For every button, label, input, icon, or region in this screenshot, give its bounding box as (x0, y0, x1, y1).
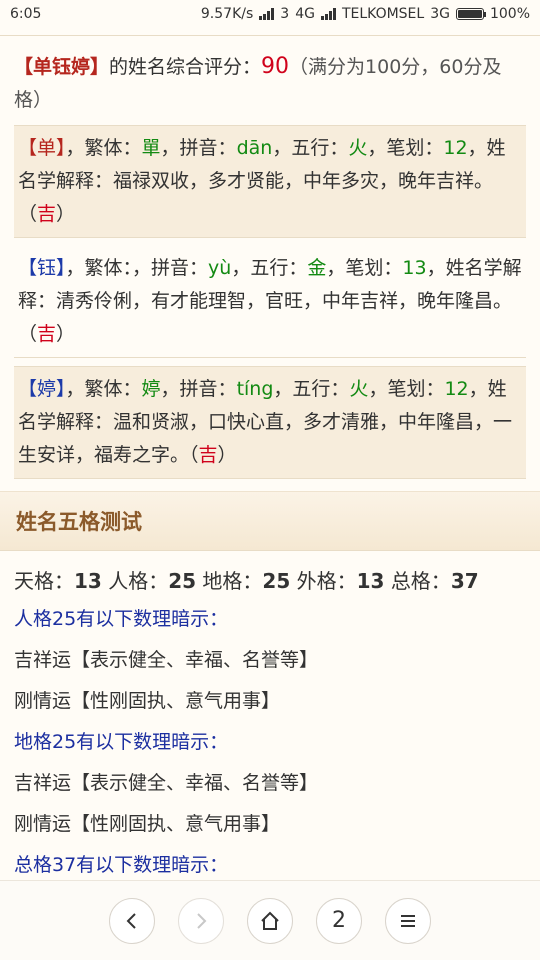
trad-label: ，繁体： (65, 137, 142, 159)
menu-button[interactable] (385, 897, 431, 944)
pinyin-value: yù (208, 257, 232, 279)
score-label: 的姓名综合评分： (109, 56, 262, 78)
wuxing-label: ，五行： (272, 137, 349, 159)
forward-button[interactable] (178, 897, 224, 944)
status-indicators: 9.57K/s 3 4G TELKOMSEL 3G 100% (201, 6, 530, 22)
wai-label: 外格： (296, 569, 357, 593)
trad-label: ，繁体： (65, 378, 142, 400)
top-divider (0, 28, 540, 36)
battery-level: 100% (489, 6, 530, 22)
hint-list: 人格25有以下数理暗示： 吉祥运【表示健全、幸福、名誉等】 刚情运【性刚固执、意… (0, 597, 540, 880)
char-card-yu: 【钰】，繁体：，拼音：yù，五行：金，笔划：13，姓名学解释：清秀伶俐，有才能理… (14, 246, 526, 358)
ren-value: 25 (168, 569, 197, 593)
strokes-value: 12 (444, 378, 469, 400)
trad-label: ，繁体： (65, 257, 133, 279)
chevron-left-icon (126, 912, 136, 929)
close-paren: ） (56, 323, 76, 345)
strokes-value: 12 (443, 137, 468, 159)
home-icon (261, 911, 279, 930)
trad-value: 婷 (141, 378, 161, 400)
hint-item: 刚情运【性刚固执、意气用事】 (14, 813, 281, 835)
battery-icon (455, 8, 486, 20)
char-name: 【婷】 (18, 378, 66, 400)
network-type-2: 3G (430, 6, 450, 22)
pinyin-value: tíng (236, 378, 274, 400)
pinyin-value: dān (236, 137, 273, 159)
hint-heading: 总格37有以下数理暗示： (14, 854, 229, 876)
score-value: 90 (261, 54, 290, 79)
sim1-label: 3 (280, 6, 290, 22)
ren-label: 人格： (108, 569, 169, 593)
char-name: 【钰】 (18, 257, 66, 279)
hint-item: 吉祥运【表示健全、幸福、名誉等】 (14, 649, 319, 671)
tian-value: 13 (74, 569, 102, 593)
carrier-name: TELKOMSEL (341, 6, 425, 22)
strokes-value: 13 (402, 257, 427, 279)
pinyin-label: ，拼音： (160, 378, 237, 400)
trad-value: 單 (141, 137, 161, 159)
tabs-button[interactable]: 2 (316, 897, 362, 944)
signal-icon (259, 8, 275, 20)
page-content: 【单钰婷】的姓名综合评分：90（满分为100分，60分及格） 【单】，繁体：單，… (0, 28, 540, 880)
luck-value: 吉 (198, 444, 218, 466)
di-value: 25 (262, 569, 291, 593)
zong-value: 37 (450, 569, 479, 593)
chevron-right-icon (197, 912, 207, 929)
hint-item: 刚情运【性刚固执、意气用事】 (14, 690, 281, 712)
wuxing-label: ，五行： (273, 378, 350, 400)
status-bar: 6:05 9.57K/s 3 4G TELKOMSEL 3G 100% (0, 0, 540, 28)
menu-icon (401, 914, 415, 927)
wuxing-value: 火 (349, 378, 369, 400)
status-time: 6:05 (10, 6, 42, 22)
signal-icon-2 (320, 8, 336, 20)
char-name: 【单】 (18, 137, 66, 159)
hint-item: 吉祥运【表示健全、幸福、名誉等】 (14, 772, 319, 794)
di-label: 地格： (202, 569, 263, 593)
tian-label: 天格： (14, 569, 74, 593)
wai-value: 13 (356, 569, 385, 593)
pinyin-label: ，拼音： (160, 137, 237, 159)
network-type-1: 4G (295, 6, 315, 22)
network-speed: 9.57K/s (200, 6, 254, 22)
pinyin-label: ，拼音： (132, 257, 209, 279)
char-card-dan: 【单】，繁体：單，拼音：dān，五行：火，笔划：12，姓名学解释：福禄双收，多才… (14, 125, 526, 238)
wuxing-value: 金 (307, 257, 327, 279)
section-title: 姓名五格测试 (0, 491, 540, 551)
luck-value: 吉 (37, 203, 57, 225)
zong-label: 总格： (390, 569, 451, 593)
explain-text: 清秀伶俐，有才能理智，官旺，中年吉祥，晚年隆昌。（ (18, 290, 513, 345)
strokes-label: ，笔划： (367, 137, 444, 159)
strokes-label: ，笔划： (326, 257, 403, 279)
tabs-count: 2 (332, 908, 346, 933)
hint-heading: 地格25有以下数理暗示： (14, 731, 229, 753)
close-paren: ） (217, 444, 237, 466)
strokes-label: ，笔划： (368, 378, 445, 400)
wuxing-value: 火 (348, 137, 368, 159)
five-grid-summary: 天格：13 人格：25 地格：25 外格：13 总格：37 (0, 551, 540, 597)
close-paren: ） (56, 203, 76, 225)
name-score: 【单钰婷】的姓名综合评分：90（满分为100分，60分及格） (0, 36, 540, 125)
wuxing-label: ，五行： (231, 257, 308, 279)
luck-value: 吉 (37, 323, 57, 345)
browser-nav-bar: 2 (0, 880, 540, 960)
char-card-ting: 【婷】，繁体：婷，拼音：tíng，五行：火，笔划：12，姓名学解释：温和贤淑，口… (14, 366, 526, 479)
back-button[interactable] (109, 897, 155, 944)
home-button[interactable] (247, 897, 293, 944)
hint-heading: 人格25有以下数理暗示： (14, 608, 229, 630)
score-name: 【单钰婷】 (14, 56, 110, 78)
